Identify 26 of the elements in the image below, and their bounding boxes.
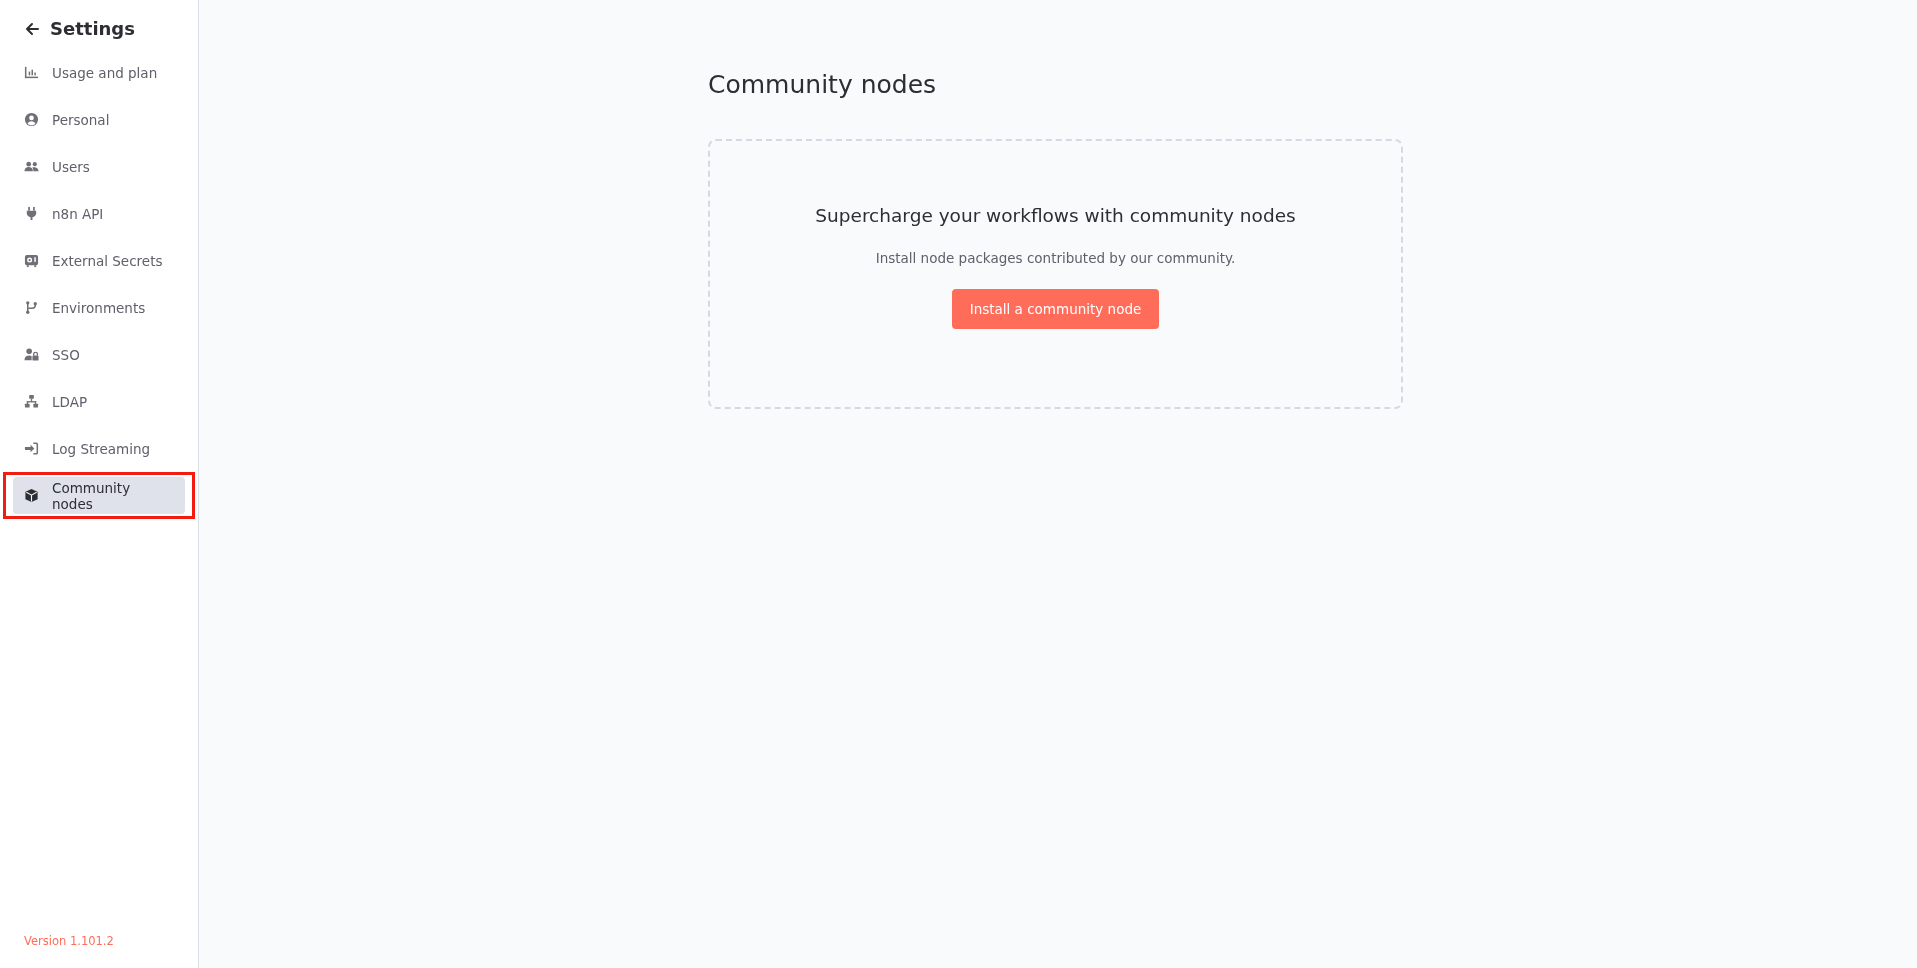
empty-state-description: Install node packages contributed by our community. (875, 250, 1236, 266)
user-lock-icon (24, 347, 39, 362)
sidebar-item[interactable]: Environments (13, 289, 185, 326)
page-heading: Community nodes (708, 70, 938, 99)
sidebar-item[interactable]: Users (13, 148, 185, 185)
sidebar-item[interactable]: Personal (13, 101, 185, 138)
sidebar-item[interactable]: LDAP (13, 383, 185, 420)
sidebar-item[interactable]: n8n API (13, 195, 185, 232)
plug-icon (24, 206, 39, 221)
sidebar-item[interactable]: Usage and plan (13, 54, 185, 91)
sidebar-item[interactable]: External Secrets (13, 242, 185, 279)
back-arrow-icon[interactable] (24, 20, 40, 37)
chart-icon (24, 65, 39, 80)
sidebar-item[interactable]: Log Streaming (13, 430, 185, 467)
sidebar-item[interactable]: Community nodes (13, 477, 185, 514)
sidebar-title: Settings (50, 18, 135, 39)
vault-icon (24, 253, 39, 268)
empty-state-title: Supercharge your workflows with community nodes (815, 205, 1296, 226)
user-circle-icon (24, 112, 39, 127)
sign-in-icon (24, 441, 39, 456)
network-icon (24, 394, 39, 409)
users-icon (24, 159, 39, 174)
branch-icon (24, 300, 39, 315)
version-label: Version 1.101.2 (23, 934, 115, 948)
cube-icon (24, 488, 39, 503)
sidebar-item[interactable]: SSO (13, 336, 185, 373)
